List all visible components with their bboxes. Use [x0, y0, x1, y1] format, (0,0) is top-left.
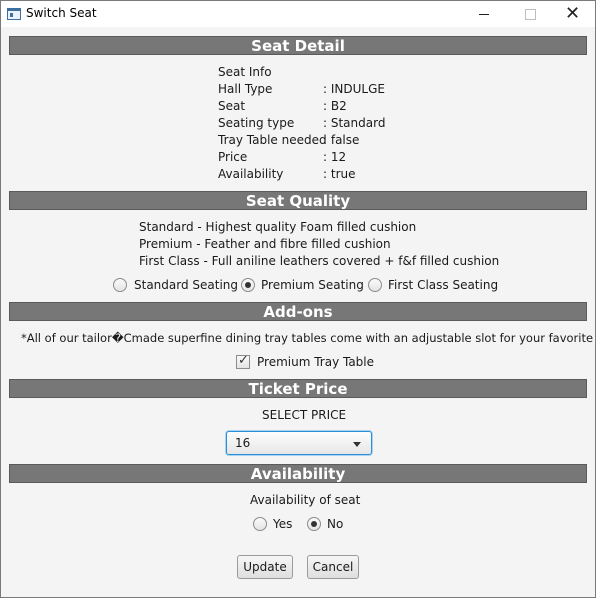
section-header-add-ons: Add-ons — [9, 302, 587, 321]
seat-info-label-seat: Seat — [218, 99, 246, 113]
chevron-down-icon — [353, 442, 361, 447]
seat-info-label-hall-type: Hall Type — [218, 82, 273, 96]
cancel-button[interactable]: Cancel — [307, 555, 359, 579]
select-price-label: SELECT PRICE — [262, 408, 347, 422]
seat-info-value-seat: : B2 — [323, 99, 347, 113]
switch-seat-window: Switch Seat ✕ Seat Detail Seat Info Hall… — [0, 0, 596, 598]
minimize-button[interactable] — [461, 1, 507, 27]
radio-label-standard-seating[interactable]: Standard Seating — [134, 278, 238, 292]
seat-info-label-price: Price — [218, 150, 248, 164]
radio-label-premium-seating[interactable]: Premium Seating — [261, 278, 364, 292]
radio-label-availability-no[interactable]: No — [327, 517, 343, 531]
quality-description-premium: Premium - Feather and fibre filled cushi… — [139, 237, 391, 251]
radio-standard-seating[interactable] — [113, 278, 127, 292]
availability-of-seat-label: Availability of seat — [250, 493, 361, 507]
seat-info-label-seating-type: Seating type — [218, 116, 295, 130]
section-header-ticket-price: Ticket Price — [9, 379, 587, 398]
radio-first-class-seating[interactable] — [368, 278, 382, 292]
update-button[interactable]: Update — [237, 555, 293, 579]
maximize-icon — [525, 9, 536, 20]
price-select[interactable]: 16 — [226, 431, 372, 455]
seat-info-value-hall-type: : INDULGE — [323, 82, 385, 96]
close-button[interactable]: ✕ — [549, 1, 595, 27]
seat-info-heading: Seat Info — [218, 65, 272, 79]
maximize-button — [507, 1, 553, 27]
radio-availability-yes[interactable] — [253, 517, 267, 531]
radio-label-first-class-seating[interactable]: First Class Seating — [388, 278, 498, 292]
checkmark-icon: ✓ — [238, 353, 249, 368]
app-window-icon — [7, 8, 21, 20]
seat-info-value-seating-type: : Standard — [323, 116, 386, 130]
seat-info-label-availability: Availability — [218, 167, 284, 181]
price-select-value: 16 — [235, 436, 251, 450]
title-bar[interactable]: Switch Seat ✕ — [1, 1, 595, 27]
close-icon: ✕ — [565, 3, 581, 24]
section-header-seat-detail: Seat Detail — [9, 36, 587, 55]
section-header-availability: Availability — [9, 464, 587, 483]
premium-tray-table-checkbox[interactable]: ✓ — [236, 353, 250, 369]
seat-info-value-tray-table: : false — [323, 133, 360, 147]
seat-info-value-availability: : true — [323, 167, 356, 181]
quality-description-standard: Standard - Highest quality Foam filled c… — [139, 220, 417, 234]
window-title: Switch Seat — [26, 6, 97, 20]
section-header-seat-quality: Seat Quality — [9, 191, 587, 210]
premium-tray-table-label[interactable]: Premium Tray Table — [257, 355, 374, 369]
radio-availability-no[interactable] — [307, 517, 321, 531]
seat-info-label-tray-table: Tray Table needed — [218, 133, 327, 147]
minimize-icon — [479, 14, 489, 15]
radio-label-availability-yes[interactable]: Yes — [273, 517, 292, 531]
radio-premium-seating[interactable] — [241, 278, 255, 292]
seat-info-value-price: : 12 — [323, 150, 347, 164]
addons-note: *All of our tailor�Cmade superfine dinin… — [21, 331, 596, 345]
quality-description-first-class: First Class - Full aniline leathers cove… — [139, 254, 500, 268]
